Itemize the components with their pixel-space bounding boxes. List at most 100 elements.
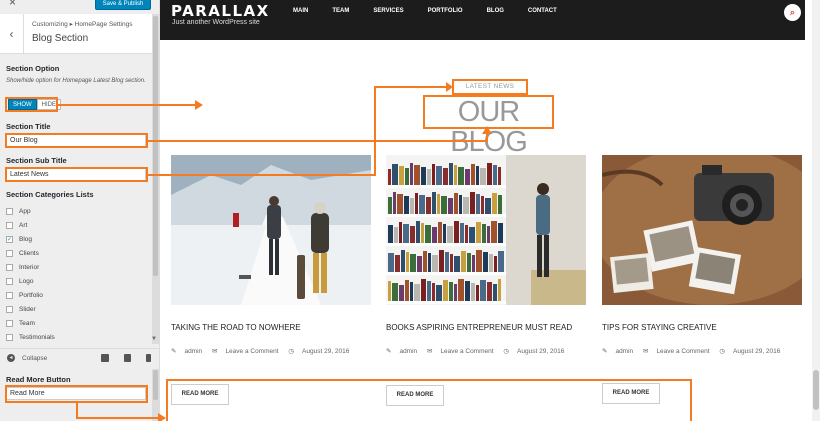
customizer-sidebar: × Save & Publish ‹ Customizing ▸ HomePag… (0, 0, 160, 421)
arrow-line-readmore-h (76, 417, 158, 419)
category-item[interactable]: Clients (6, 248, 39, 258)
category-checkbox[interactable] (6, 319, 13, 327)
category-item[interactable]: Portfolio (6, 290, 43, 300)
post-date: August 29, 2016 (733, 348, 781, 355)
category-item[interactable]: ✓ Blog (6, 234, 32, 244)
comment-icon: ✉ (642, 348, 649, 355)
category-label: Interior (19, 263, 40, 271)
save-publish-button[interactable]: Save & Publish (95, 0, 151, 10)
arrow-line-subtitle-v (374, 86, 376, 176)
category-checkbox[interactable]: ✓ (6, 235, 13, 243)
clock-icon: ◷ (503, 348, 510, 355)
post-comments[interactable]: Leave a Comment (656, 348, 709, 355)
arrowhead-readmore (158, 413, 166, 421)
category-checkbox[interactable] (6, 305, 13, 313)
back-chevron-icon[interactable]: ‹ (0, 14, 24, 54)
search-icon[interactable]: ⌕ (784, 4, 801, 21)
post-meta-3: ✎ admin ✉ Leave a Comment ◷ August 29, 2016 (602, 347, 788, 355)
category-item[interactable]: Art (6, 220, 27, 230)
post-image-bookshelf[interactable] (386, 155, 586, 305)
category-item[interactable]: Slider (6, 304, 36, 314)
menu-item-portfolio[interactable]: PORTFOLIO (428, 8, 463, 14)
mobile-preview-icon[interactable] (146, 354, 151, 362)
category-label: Art (19, 221, 28, 229)
category-checkbox[interactable] (6, 207, 13, 215)
post-title-1[interactable]: TAKING THE ROAD TO NOWHERE (171, 323, 301, 332)
category-item[interactable]: Testimonials (6, 332, 55, 342)
post-date: August 29, 2016 (517, 348, 565, 355)
post-comments[interactable]: Leave a Comment (440, 348, 493, 355)
author-icon: ✎ (171, 348, 177, 355)
menu-item-contact[interactable]: CONTACT (528, 8, 557, 14)
preview-scroll-thumb[interactable] (813, 370, 819, 410)
post-title-3[interactable]: TIPS FOR STAYING CREATIVE (602, 323, 717, 332)
clock-icon: ◷ (288, 348, 295, 355)
section-subtitle-label: Section Sub Title (6, 156, 67, 165)
arrowhead-title (482, 126, 492, 134)
menu-item-services[interactable]: SERVICES (373, 8, 403, 14)
arrowhead-show-hide (195, 100, 203, 110)
collapse-button[interactable]: Collapse (22, 355, 47, 362)
clock-icon: ◷ (719, 348, 726, 355)
main-menu: MAIN TEAM SERVICES PORTFOLIO BLOG CONTAC… (293, 8, 581, 14)
sidebar-scroll-thumb[interactable] (153, 16, 158, 276)
category-item[interactable]: Logo (6, 276, 33, 286)
highlight-read-more (5, 385, 148, 403)
category-checkbox[interactable] (6, 249, 13, 257)
customizer-screen: × Save & Publish ‹ Customizing ▸ HomePag… (0, 0, 820, 421)
post-date: August 29, 2016 (302, 348, 350, 355)
post-image-camera[interactable] (602, 155, 802, 305)
blog-subtitle: LATEST NEWS (452, 79, 528, 95)
arrow-line-subtitle-top (374, 86, 446, 88)
post-author[interactable]: admin (615, 348, 633, 355)
site-preview: PARALLAX Just another WordPress site MAI… (160, 0, 820, 421)
site-brand[interactable]: PARALLAX (171, 2, 270, 20)
menu-item-main[interactable]: MAIN (293, 8, 308, 14)
category-label: Testimonials (19, 333, 55, 341)
category-item[interactable]: App (6, 206, 31, 216)
section-title: Blog Section (32, 33, 89, 44)
comment-icon: ✉ (426, 348, 433, 355)
desktop-preview-icon[interactable] (101, 354, 109, 362)
scroll-down-arrow-icon[interactable]: ▼ (151, 336, 157, 342)
menu-item-team[interactable]: TEAM (332, 8, 349, 14)
preview-scrollbar[interactable] (812, 0, 820, 421)
category-checkbox[interactable] (6, 221, 13, 229)
arrow-line-show-hide (58, 104, 195, 106)
post-meta-1: ✎ admin ✉ Leave a Comment ◷ August 29, 2016 (171, 347, 357, 355)
post-author[interactable]: admin (399, 348, 417, 355)
post-comments[interactable]: Leave a Comment (225, 348, 278, 355)
arrow-line-title-h (148, 140, 488, 142)
post-title-2[interactable]: BOOKS ASPIRING ENTREPRENEUR MUST READ (386, 323, 572, 332)
tablet-preview-icon[interactable] (124, 354, 131, 362)
category-checkbox[interactable] (6, 277, 13, 285)
read-more-label: Read More Button (6, 375, 71, 384)
category-checkbox[interactable] (6, 263, 13, 271)
section-option-label: Section Option (6, 64, 60, 73)
highlight-section-title (5, 133, 148, 148)
categories-label: Section Categories Lists (6, 190, 94, 199)
blog-title: OUR BLOG (423, 95, 554, 157)
category-label: Clients (19, 249, 39, 257)
category-item[interactable]: Team (6, 318, 35, 328)
sidebar-footer: ◂ Collapse (0, 348, 159, 368)
post-image-snow-road[interactable] (171, 155, 371, 305)
category-label: Blog (19, 235, 33, 243)
close-icon[interactable]: × (9, 0, 16, 8)
category-label: Logo (19, 277, 34, 285)
menu-item-blog[interactable]: BLOG (487, 8, 504, 14)
collapse-icon[interactable]: ◂ (7, 354, 15, 362)
post-meta-2: ✎ admin ✉ Leave a Comment ◷ August 29, 2016 (386, 347, 572, 355)
breadcrumb: Customizing ▸ HomePage Settings (32, 21, 133, 28)
post-author[interactable]: admin (184, 348, 202, 355)
author-icon: ✎ (602, 348, 608, 355)
category-item[interactable]: Interior (6, 262, 39, 272)
arrowhead-subtitle (446, 82, 453, 92)
customizer-topbar: × Save & Publish (0, 0, 159, 12)
category-label: Team (19, 319, 35, 327)
section-option-description: Show/hide option for Homepage Latest Blo… (6, 78, 146, 84)
highlight-show-hide (5, 97, 58, 112)
sidebar-lower-scroll-thumb[interactable] (153, 370, 158, 400)
category-checkbox[interactable] (6, 333, 13, 341)
category-checkbox[interactable] (6, 291, 13, 299)
